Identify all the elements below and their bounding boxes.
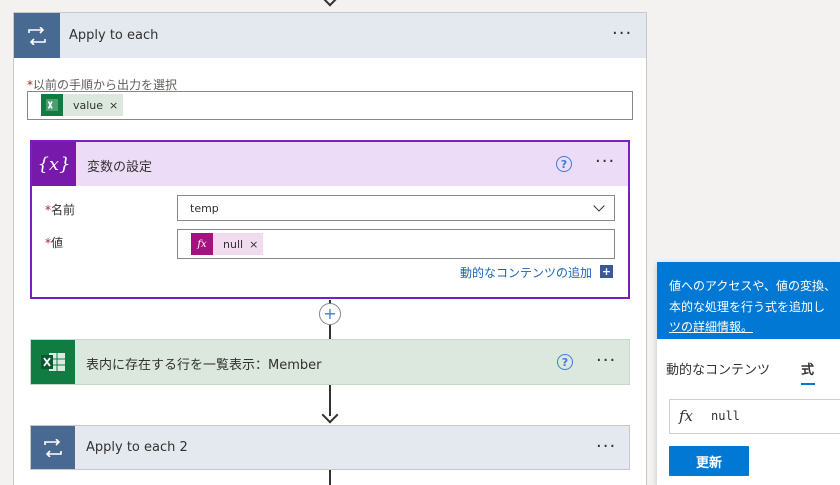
more-options-icon[interactable]: ··· [596, 438, 616, 456]
info-text-line2: 本的な処理を行う式を追加し [669, 300, 826, 314]
fx-icon: fx [191, 233, 213, 255]
null-expression-token[interactable]: fx null × [191, 233, 264, 255]
fx-icon: fx [679, 407, 694, 425]
help-icon[interactable]: ? [556, 156, 572, 172]
variable-icon: {𝑥} [32, 142, 76, 186]
null-token-label: null [223, 237, 244, 251]
list-rows-title: 表内に存在する行を一覧表示：Member [86, 358, 322, 373]
excel-icon [31, 340, 75, 384]
list-rows-card[interactable]: 表内に存在する行を一覧表示：Member ? ··· [30, 339, 630, 385]
apply-to-each-2-card[interactable]: Apply to each 2 ··· [30, 425, 630, 470]
add-dynamic-content-link[interactable]: 動的なコンテンツの追加 [460, 264, 592, 281]
select-output-input[interactable]: value × [27, 91, 633, 120]
value-token-label: value [73, 98, 104, 112]
tab-dynamic-content[interactable]: 動的なコンテンツ [666, 359, 770, 378]
name-label: *名前 [45, 203, 76, 217]
loop-icon [14, 13, 60, 58]
name-dropdown[interactable]: temp [177, 195, 615, 221]
more-options-icon[interactable]: ··· [596, 352, 616, 370]
expression-info-banner: 値へのアクセスや、値の変換、 本的な処理を行う式を追加し ツの詳細情報。 [657, 262, 840, 339]
name-value: temp [190, 202, 219, 215]
dynamic-content-panel: 値へのアクセスや、値の変換、 本的な処理を行う式を追加し ツの詳細情報。 動的な… [657, 262, 840, 485]
remove-token-icon[interactable]: × [109, 99, 118, 112]
apply-to-each-header[interactable]: Apply to each [14, 13, 646, 58]
value-label: *値 [45, 236, 64, 250]
learn-more-link[interactable]: ツの詳細情報。 [669, 318, 753, 335]
connector-line [329, 325, 331, 339]
set-variable-header[interactable]: {𝑥} 変数の設定 ? ··· [32, 142, 628, 186]
tab-expression[interactable]: 式 [801, 359, 814, 378]
connector-line [329, 470, 331, 485]
help-icon[interactable]: ? [557, 354, 573, 370]
apply-to-each-2-title: Apply to each 2 [86, 440, 188, 455]
expression-value: null [711, 409, 740, 423]
update-button[interactable]: 更新 [669, 446, 749, 476]
expression-input[interactable]: fx null [669, 399, 840, 434]
apply-to-each-title: Apply to each [69, 28, 159, 43]
value-input[interactable]: fx null × [177, 229, 615, 259]
chevron-down-icon [593, 200, 605, 212]
active-tab-indicator [801, 383, 815, 385]
set-variable-card: {𝑥} 変数の設定 ? ··· *名前 temp *値 fx null × 動的… [30, 140, 630, 299]
set-variable-title: 変数の設定 [87, 160, 153, 175]
more-options-icon[interactable]: ··· [595, 153, 615, 171]
value-token[interactable]: value × [41, 94, 124, 116]
add-dynamic-content-icon[interactable]: + [600, 265, 613, 278]
connector-arrow-top [321, 0, 339, 7]
excel-icon [41, 94, 63, 116]
info-text-line1: 値へのアクセスや、値の変換、 [669, 279, 837, 293]
loop-icon [31, 426, 75, 469]
more-options-icon[interactable]: ··· [612, 25, 632, 43]
add-step-button[interactable]: + [319, 303, 341, 325]
remove-token-icon[interactable]: × [249, 238, 258, 251]
